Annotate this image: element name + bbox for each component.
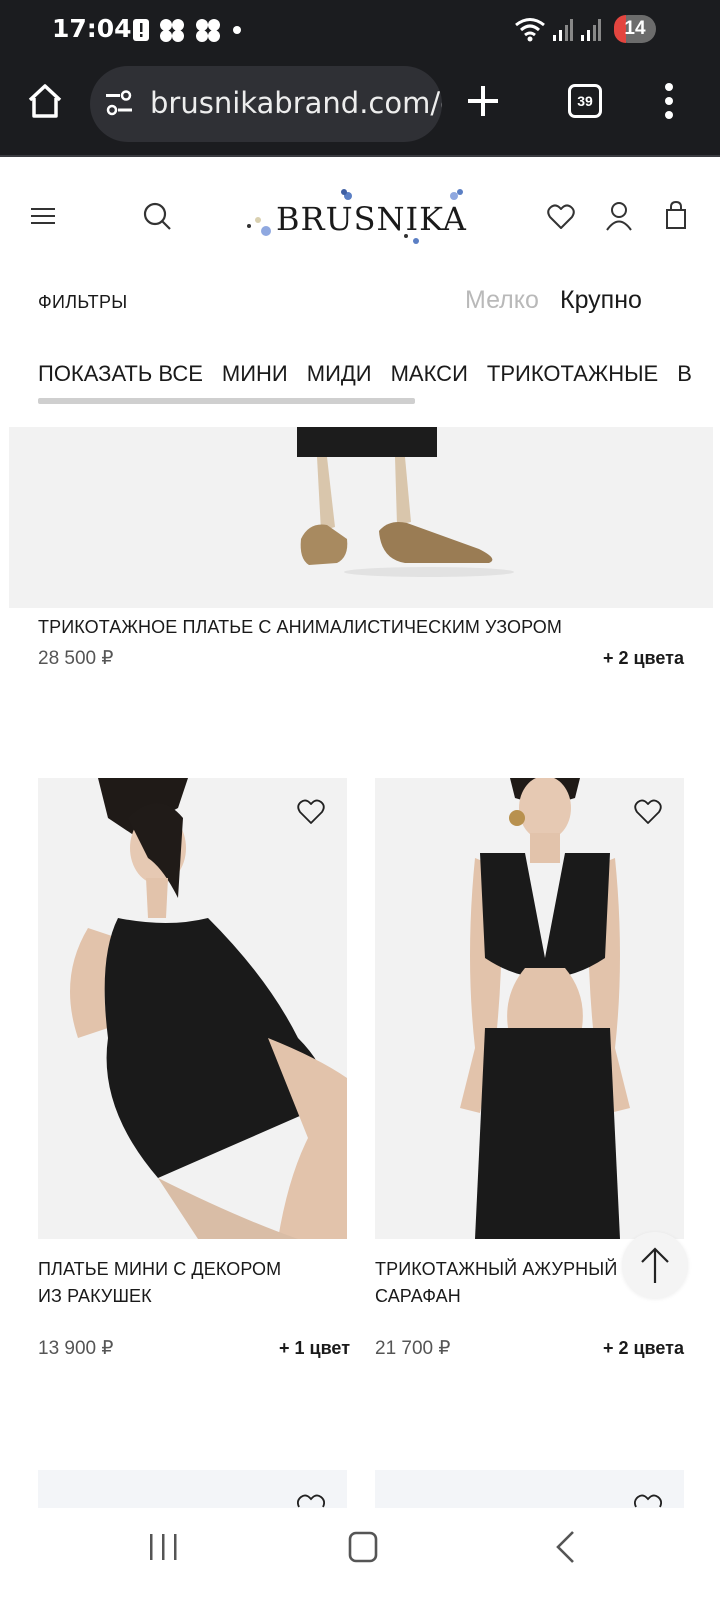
view-small-toggle[interactable]: Мелко bbox=[465, 286, 539, 315]
product-colors-count[interactable]: + 2 цвета bbox=[603, 648, 684, 669]
brand-logo[interactable]: BRUSNIKA bbox=[276, 200, 467, 238]
signal-icon-2 bbox=[581, 19, 601, 41]
cart-bag-icon[interactable] bbox=[665, 201, 687, 229]
product-title-line: САРАФАН bbox=[375, 1286, 461, 1306]
product-title-line: ИЗ РАКУШЕК bbox=[38, 1286, 152, 1306]
address-bar[interactable]: brusnikabrand.com/c bbox=[90, 66, 442, 142]
product-title[interactable]: ПЛАТЬЕ МИНИ С ДЕКОРОМ ИЗ РАКУШЕК bbox=[38, 1256, 281, 1310]
product-image[interactable] bbox=[375, 778, 684, 1239]
category-tabs: ПОКАЗАТЬ ВСЕ МИНИ МИДИ МАКСИ ТРИКОТАЖНЫЕ… bbox=[38, 361, 692, 387]
product-title-line: ТРИКОТАЖНЫЙ АЖУРНЫЙ bbox=[375, 1259, 618, 1279]
alert-icon bbox=[133, 19, 149, 41]
system-navigation-bar bbox=[0, 1508, 720, 1600]
product-title[interactable]: ТРИКОТАЖНОЕ ПЛАТЬЕ С АНИМАЛИСТИЧЕСКИМ УЗ… bbox=[38, 614, 562, 641]
tab-show-all[interactable]: ПОКАЗАТЬ ВСЕ bbox=[38, 361, 203, 387]
tab-knitted[interactable]: ТРИКОТАЖНЫЕ bbox=[487, 361, 658, 387]
favorite-heart-icon[interactable] bbox=[297, 1494, 325, 1508]
site-settings-icon[interactable] bbox=[104, 90, 136, 118]
product-title[interactable]: ТРИКОТАЖНЫЙ АЖУРНЫЙ САРАФАН bbox=[375, 1256, 617, 1310]
product-photo-feet bbox=[9, 427, 713, 608]
product-image[interactable] bbox=[38, 778, 347, 1239]
tab-mini[interactable]: МИНИ bbox=[222, 361, 288, 387]
product-colors-count[interactable]: + 1 цвет bbox=[279, 1338, 350, 1359]
product-image[interactable] bbox=[9, 427, 713, 608]
hamburger-menu-icon[interactable] bbox=[31, 207, 55, 225]
url-text: brusnikabrand.com/c bbox=[150, 86, 442, 120]
view-large-toggle[interactable]: Крупно bbox=[560, 286, 642, 315]
tab-switcher-button[interactable]: 39 bbox=[568, 84, 602, 118]
status-time: 17:04 bbox=[52, 14, 132, 43]
new-tab-icon[interactable] bbox=[466, 84, 500, 118]
product-photo-mini-dress bbox=[38, 778, 347, 1239]
wifi-icon bbox=[515, 18, 545, 42]
status-bar: 17:04 14 bbox=[0, 0, 720, 60]
filters-button[interactable]: ФИЛЬТРЫ bbox=[38, 292, 127, 313]
tab-midi[interactable]: МИДИ bbox=[307, 361, 372, 387]
product-price: 21 700 ₽ bbox=[375, 1338, 451, 1359]
account-icon[interactable] bbox=[606, 201, 632, 231]
product-colors-count[interactable]: + 2 цвета bbox=[603, 1338, 684, 1359]
favorite-heart-icon[interactable] bbox=[634, 799, 662, 825]
app-notification-icon-2 bbox=[196, 19, 220, 42]
product-price: 28 500 ₽ bbox=[38, 648, 114, 669]
signal-icon bbox=[553, 19, 573, 41]
product-title-line: ПЛАТЬЕ МИНИ С ДЕКОРОМ bbox=[38, 1259, 282, 1279]
tab-maxi[interactable]: МАКСИ bbox=[391, 361, 468, 387]
search-icon[interactable] bbox=[142, 201, 172, 231]
favorite-heart-icon[interactable] bbox=[634, 1494, 662, 1508]
wishlist-icon[interactable] bbox=[547, 204, 575, 230]
product-price: 13 900 ₽ bbox=[38, 1338, 114, 1359]
favorite-heart-icon[interactable] bbox=[297, 799, 325, 825]
category-scroll-indicator[interactable] bbox=[38, 398, 415, 404]
product-photo-sundress bbox=[375, 778, 684, 1239]
notification-icons bbox=[132, 16, 244, 44]
app-notification-icon bbox=[160, 19, 184, 42]
more-notifications-dot-icon bbox=[233, 26, 241, 34]
scroll-to-top-button[interactable] bbox=[622, 1232, 688, 1298]
recent-apps-icon[interactable] bbox=[148, 1532, 178, 1562]
back-icon[interactable] bbox=[554, 1530, 576, 1564]
connectivity-icons bbox=[514, 16, 602, 44]
more-menu-icon[interactable] bbox=[664, 82, 674, 120]
home-button-icon[interactable] bbox=[348, 1531, 378, 1563]
tab-more[interactable]: В bbox=[677, 361, 692, 387]
battery-indicator: 14 bbox=[614, 15, 656, 43]
arrow-up-icon bbox=[641, 1247, 669, 1283]
browser-toolbar: brusnikabrand.com/c 39 bbox=[0, 60, 720, 156]
home-icon[interactable] bbox=[26, 82, 64, 120]
